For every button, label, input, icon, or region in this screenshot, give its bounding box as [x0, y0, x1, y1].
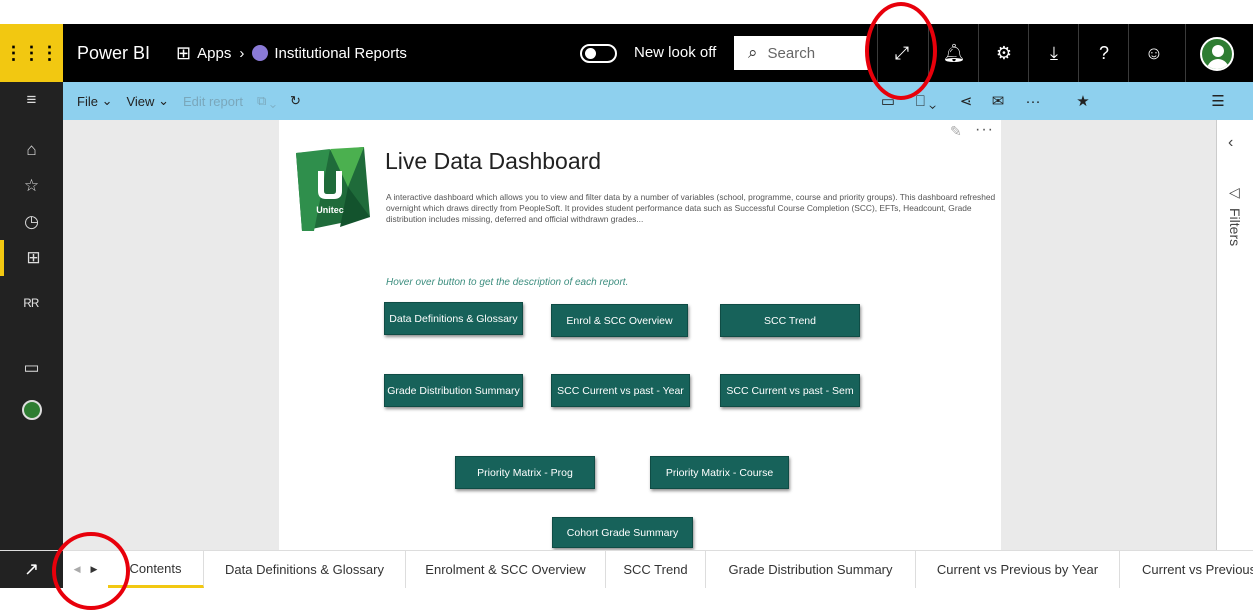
workspaces-icon[interactable]: ▭ [0, 350, 63, 386]
visual-more-options-icon[interactable]: ··· [975, 121, 994, 139]
divider [1128, 24, 1129, 82]
chevron-down-icon: ⌄ [101, 93, 113, 108]
toggle-knob [585, 48, 596, 59]
report-button-data-definitions[interactable]: Data Definitions & Glossary [384, 302, 523, 335]
breadcrumb: ⊞ Apps › Institutional Reports [176, 43, 407, 64]
apps-icon[interactable]: ⊞ [176, 43, 191, 64]
action-bar: File ⌄ View ⌄ Edit report ⧉ ⌄ ↻ ▭ ⎕ ⌄ ⋖ … [63, 82, 1253, 120]
edit-report-label: Edit report [182, 93, 243, 109]
tab-current-vs-previous-year[interactable]: Current vs Previous by Year [916, 551, 1120, 588]
divider [1078, 24, 1079, 82]
more-options-icon[interactable]: ··· [1018, 82, 1048, 120]
breadcrumb-app-name[interactable]: Institutional Reports [274, 45, 407, 62]
search-input[interactable]: ⌕ Search [734, 36, 868, 70]
annotation-circle-tab-arrows [52, 532, 130, 610]
report-button-cohort-grade[interactable]: Cohort Grade Summary [552, 517, 693, 548]
breadcrumb-apps[interactable]: Apps [197, 45, 231, 62]
report-button-scc-sem[interactable]: SCC Current vs past - Sem [720, 374, 860, 407]
list-view-icon[interactable]: ☰ [1203, 82, 1233, 120]
chevron-down-icon: ⌄ [158, 93, 169, 108]
app-avatar-icon [252, 45, 269, 61]
top-bar: ⋮⋮⋮ Power BI ⊞ Apps › Institutional Repo… [0, 24, 1253, 82]
download-icon[interactable]: ⤓ [1032, 24, 1076, 82]
collapse-chevron-icon[interactable]: ‹ [1228, 134, 1233, 152]
recent-clock-icon[interactable]: ◷ [0, 204, 63, 240]
user-avatar[interactable] [1200, 37, 1234, 71]
tab-enrolment-scc-overview[interactable]: Enrolment & SCC Overview [406, 551, 606, 588]
divider [978, 24, 979, 82]
divider [1185, 24, 1186, 82]
tab-scc-trend[interactable]: SCC Trend [606, 551, 706, 588]
report-button-enrol-scc-overview[interactable]: Enrol & SCC Overview [551, 304, 688, 337]
apps-nav-icon[interactable]: ⊞ [0, 240, 63, 276]
report-button-priority-prog[interactable]: Priority Matrix - Prog [455, 456, 595, 489]
report-button-priority-course[interactable]: Priority Matrix - Course [650, 456, 789, 489]
avatar-head [1212, 45, 1224, 57]
view-menu[interactable]: View ⌄ [126, 93, 168, 109]
hamburger-menu-icon[interactable]: ≡ [0, 82, 63, 118]
annotation-circle-fullscreen [865, 2, 937, 100]
share-icon[interactable]: ⋖ [951, 82, 981, 120]
view-menu-label: View [126, 93, 155, 109]
report-title: Live Data Dashboard [385, 148, 602, 174]
report-description: A interactive dashboard which allows you… [386, 192, 996, 224]
report-button-grade-distribution[interactable]: Grade Distribution Summary [384, 374, 523, 407]
home-icon[interactable]: ⌂ [0, 132, 63, 168]
refresh-icon[interactable]: ↻ [290, 93, 301, 109]
report-button-scc-year[interactable]: SCC Current vs past - Year [551, 374, 690, 407]
unitec-logo: Unitec [296, 147, 370, 231]
file-menu[interactable]: File ⌄ [77, 93, 112, 109]
my-workspace-avatar[interactable] [22, 400, 42, 420]
filters-label: Filters [1227, 208, 1243, 247]
edit-report-button: Edit report [183, 94, 243, 109]
shared-with-me-icon[interactable]: ᴿᴿ [0, 288, 63, 324]
app-launcher-icon[interactable]: ⋮⋮⋮ [0, 24, 63, 82]
svg-text:Unitec: Unitec [316, 205, 344, 215]
subscribe-mail-icon[interactable]: ✉ [983, 82, 1013, 120]
favorite-star-icon[interactable]: ★ [1068, 82, 1098, 120]
feedback-smiley-icon[interactable]: ☺ [1132, 24, 1176, 82]
tab-current-vs-previous[interactable]: Current vs Previous [1120, 551, 1253, 588]
search-icon: ⌕ [748, 43, 758, 62]
page-tabs: ↗ ◀ ▶ Contents Data Definitions & Glossa… [0, 550, 1253, 588]
pin-icon[interactable]: ✎ [950, 123, 962, 140]
filter-funnel-icon: ◁ [1229, 184, 1240, 200]
new-look-toggle[interactable] [580, 44, 617, 63]
search-placeholder: Search [767, 44, 816, 62]
favorites-star-icon[interactable]: ☆ [0, 168, 63, 204]
view-related-icon: ⧉ ⌄ [256, 93, 276, 108]
filters-pane[interactable]: ‹ ◁ Filters [1216, 120, 1253, 550]
divider [1028, 24, 1029, 82]
new-look-label: New look off [634, 44, 717, 61]
notifications-icon[interactable]: 🔔︎ [932, 24, 976, 82]
file-menu-label: File [77, 93, 98, 109]
help-icon[interactable]: ? [1082, 24, 1126, 82]
tab-data-definitions[interactable]: Data Definitions & Glossary [204, 551, 406, 588]
tab-grade-distribution-summary[interactable]: Grade Distribution Summary [706, 551, 916, 588]
brand-name[interactable]: Power BI [77, 43, 150, 64]
settings-icon[interactable]: ⚙ [982, 24, 1026, 82]
hover-hint: Hover over button to get the description… [386, 277, 629, 288]
avatar-body [1207, 59, 1229, 69]
chevron-right-icon: › [239, 44, 245, 62]
report-button-scc-trend[interactable]: SCC Trend [720, 304, 860, 337]
left-nav: ≡ ⌂ ☆ ◷ ⊞ ᴿᴿ ▭ [0, 82, 63, 587]
